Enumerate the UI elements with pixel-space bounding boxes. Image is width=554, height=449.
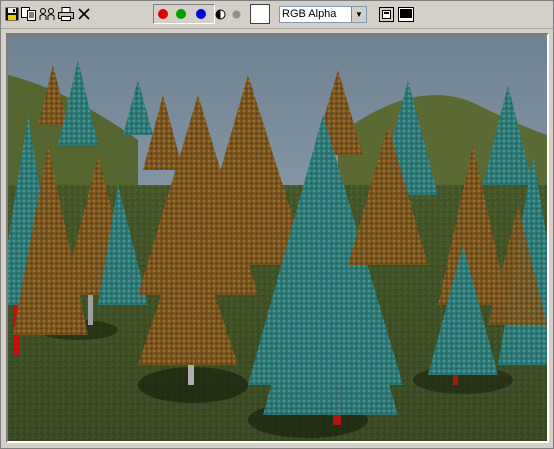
render-viewport-frame — [6, 33, 549, 443]
channel-buttons-group — [153, 4, 215, 24]
clone-window-icon[interactable] — [38, 5, 56, 23]
channel-select-value: RGB Alpha — [282, 8, 337, 20]
render-frame-window: RGB Alpha ▼ — [0, 0, 554, 449]
chevron-down-icon[interactable]: ▼ — [351, 7, 366, 22]
green-channel-button[interactable] — [176, 9, 186, 19]
print-icon[interactable] — [57, 5, 75, 23]
render-toolbar: RGB Alpha ▼ — [1, 1, 553, 29]
save-icon[interactable] — [3, 5, 21, 23]
rendered-forest-image — [8, 35, 547, 441]
background-color-swatch[interactable] — [250, 4, 270, 24]
red-channel-button[interactable] — [158, 9, 168, 19]
channel-display-select[interactable]: RGB Alpha ▼ — [279, 6, 367, 23]
blue-channel-button[interactable] — [196, 9, 206, 19]
gray-dot-icon[interactable] — [227, 5, 245, 23]
display-icon[interactable] — [397, 5, 415, 23]
copy-icon[interactable] — [20, 5, 38, 23]
clear-icon[interactable] — [75, 5, 93, 23]
toggle-ui-icon[interactable] — [377, 5, 395, 23]
